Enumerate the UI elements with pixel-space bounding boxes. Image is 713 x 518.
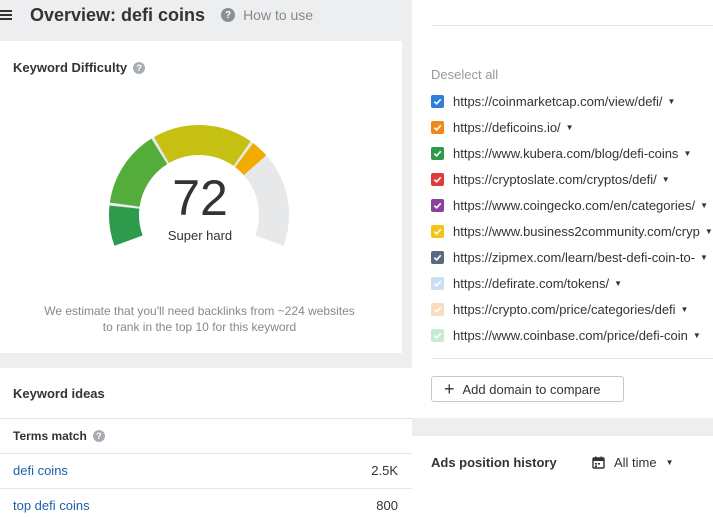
checkmark-icon — [433, 332, 442, 339]
compare-url-item[interactable]: https://www.kubera.com/blog/defi-coins ▼ — [431, 140, 713, 166]
terms-match-title: Terms match ? — [13, 429, 105, 443]
right-panel: Deselect all https://coinmarketcap.com/v… — [412, 0, 713, 518]
compare-url-item[interactable]: https://crypto.com/price/categories/defi… — [431, 296, 713, 322]
compare-url-item[interactable]: https://cryptoslate.com/cryptos/defi/ ▼ — [431, 166, 713, 192]
url-checkbox[interactable] — [431, 94, 444, 108]
keyword-idea-row: defi coins 2.5K — [0, 453, 417, 488]
terms-match-label: Terms match — [13, 429, 87, 443]
how-to-use-link[interactable]: ? How to use — [221, 7, 313, 23]
checkmark-icon — [433, 202, 442, 209]
menu-icon[interactable] — [0, 10, 12, 20]
url-checkbox[interactable] — [431, 328, 444, 342]
compare-url-item[interactable]: https://defirate.com/tokens/ ▼ — [431, 270, 713, 296]
compare-url-text: https://www.coinbase.com/price/defi-coin — [453, 327, 688, 343]
chevron-down-icon[interactable]: ▼ — [700, 201, 708, 210]
compare-url-item[interactable]: https://zipmex.com/learn/best-defi-coin-… — [431, 244, 713, 270]
chevron-down-icon[interactable]: ▼ — [614, 279, 622, 288]
difficulty-note-line-1: We estimate that you'll need backlinks f… — [44, 304, 355, 318]
chevron-down-icon[interactable]: ▼ — [668, 97, 676, 106]
compare-url-item[interactable]: https://www.coinbase.com/price/defi-coin… — [431, 322, 713, 348]
chevron-down-icon[interactable]: ▼ — [693, 331, 701, 340]
url-checkbox[interactable] — [431, 302, 444, 316]
compare-url-text: https://cryptoslate.com/cryptos/defi/ — [453, 171, 657, 187]
divider — [0, 418, 417, 419]
keyword-difficulty-title: Keyword Difficulty ? — [13, 60, 146, 75]
gauge-arc-top — [234, 143, 267, 176]
checkmark-icon — [433, 176, 442, 183]
compare-url-text: https://crypto.com/price/categories/defi — [453, 301, 676, 317]
compare-url-item[interactable]: https://deficoins.io/ ▼ — [431, 114, 713, 140]
chevron-down-icon[interactable]: ▼ — [681, 305, 689, 314]
compare-url-item[interactable]: https://www.coingecko.com/en/categories/… — [431, 192, 713, 218]
checkmark-icon — [433, 124, 442, 131]
checkmark-icon — [433, 254, 442, 261]
checkmark-icon — [433, 150, 442, 157]
page-header: Overview: defi coins ? How to use — [0, 0, 412, 30]
compare-url-list: https://coinmarketcap.com/view/defi/ ▼ h… — [431, 88, 713, 348]
keyword-difficulty-title-text: Keyword Difficulty — [13, 60, 128, 75]
section-separator — [412, 418, 713, 436]
add-domain-button[interactable]: + Add domain to compare — [431, 376, 624, 402]
compare-url-text: https://www.coingecko.com/en/categories/ — [453, 197, 696, 213]
chevron-down-icon[interactable]: ▼ — [683, 149, 691, 158]
url-checkbox[interactable] — [431, 172, 444, 186]
chevron-down-icon[interactable]: ▼ — [705, 227, 713, 236]
url-checkbox[interactable] — [431, 120, 444, 134]
difficulty-label: Super hard — [167, 228, 233, 243]
keyword-idea-row: top defi coins 800 — [0, 488, 417, 518]
difficulty-note-line-2: to rank in the top 10 for this keyword — [102, 320, 297, 334]
url-checkbox[interactable] — [431, 198, 444, 212]
difficulty-note: We estimate that you'll need backlinks f… — [10, 303, 389, 335]
compare-url-text: https://zipmex.com/learn/best-defi-coin-… — [453, 249, 696, 265]
chevron-down-icon[interactable]: ▼ — [700, 253, 708, 262]
help-icon: ? — [221, 8, 236, 22]
how-to-use-label: How to use — [243, 7, 314, 23]
help-icon[interactable]: ? — [133, 61, 146, 74]
keyword-idea-volume: 2.5K — [371, 463, 398, 478]
page-title: Overview: defi coins — [30, 4, 206, 25]
chevron-down-icon: ▼ — [665, 458, 674, 467]
ads-position-history-title: Ads position history — [431, 455, 557, 470]
add-domain-label: Add domain to compare — [462, 381, 601, 397]
divider — [431, 25, 713, 26]
url-checkbox[interactable] — [431, 224, 444, 238]
checkmark-icon — [433, 306, 442, 313]
divider — [431, 358, 713, 359]
keyword-ideas-title: Keyword ideas — [13, 386, 105, 401]
gauge-arc-high — [154, 125, 251, 167]
compare-url-item[interactable]: https://coinmarketcap.com/view/defi/ ▼ — [431, 88, 713, 114]
keyword-idea-link[interactable]: defi coins — [13, 463, 68, 478]
time-range-label: All time — [614, 455, 657, 470]
time-range-dropdown[interactable]: All time ▼ — [592, 455, 674, 470]
checkmark-icon — [433, 228, 442, 235]
deselect-all-link[interactable]: Deselect all — [431, 67, 498, 82]
compare-url-text: https://coinmarketcap.com/view/defi/ — [453, 93, 663, 109]
checkmark-icon — [433, 280, 442, 287]
url-checkbox[interactable] — [431, 250, 444, 264]
keyword-difficulty-card: Keyword Difficulty ? 72 Super hard We es… — [0, 41, 402, 353]
compare-url-text: https://defirate.com/tokens/ — [453, 275, 610, 291]
compare-url-text: https://www.kubera.com/blog/defi-coins — [453, 145, 679, 161]
compare-url-text: https://www.business2community.com/cryp — [453, 223, 700, 239]
difficulty-score: 72 — [172, 170, 228, 226]
help-icon[interactable]: ? — [92, 430, 105, 442]
chevron-down-icon[interactable]: ▼ — [566, 123, 574, 132]
chevron-down-icon[interactable]: ▼ — [662, 175, 670, 184]
url-checkbox[interactable] — [431, 276, 444, 290]
keyword-ideas-card: Keyword ideas Terms match ? defi coins 2… — [0, 368, 417, 518]
keyword-idea-volume: 800 — [376, 498, 398, 513]
calendar-icon — [592, 456, 605, 469]
compare-url-item[interactable]: https://www.business2community.com/cryp … — [431, 218, 713, 244]
compare-url-text: https://deficoins.io/ — [453, 119, 561, 135]
checkmark-icon — [433, 98, 442, 105]
keyword-idea-link[interactable]: top defi coins — [13, 498, 90, 513]
url-checkbox[interactable] — [431, 146, 444, 160]
gauge-arc-low — [109, 205, 143, 246]
plus-icon: + — [444, 379, 455, 399]
